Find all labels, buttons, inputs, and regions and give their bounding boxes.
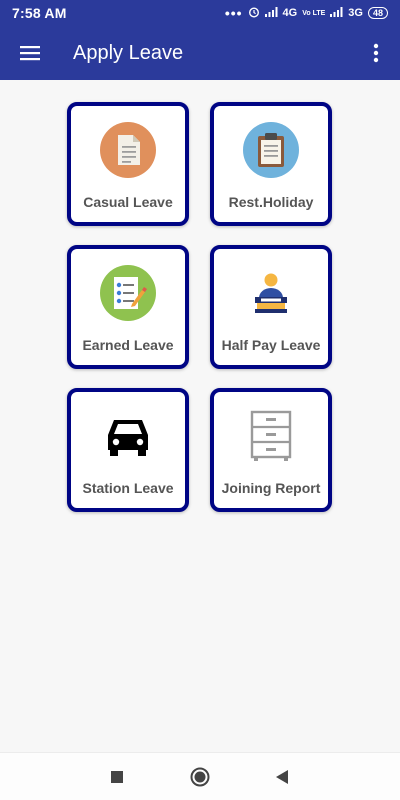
signal-icon-2 — [330, 6, 343, 20]
status-time: 7:58 AM — [12, 5, 67, 21]
volte-indicator: Vo LTE — [302, 9, 326, 17]
tile-rest-holiday[interactable]: Rest.Holiday — [210, 102, 332, 226]
tile-label: Casual Leave — [83, 194, 173, 210]
square-recents-icon[interactable] — [103, 763, 131, 791]
battery-indicator: 48 — [367, 7, 388, 19]
network-type-1: 4G — [282, 7, 298, 19]
notification-dots-icon: ••• — [224, 5, 243, 21]
circle-home-icon[interactable] — [186, 763, 214, 791]
clipboard-icon — [241, 120, 301, 180]
car-icon — [98, 406, 158, 466]
toolbar: Apply Leave — [0, 26, 400, 80]
checklist-icon — [98, 263, 158, 323]
alarm-icon — [248, 6, 260, 21]
tile-earned-leave[interactable]: Earned Leave — [67, 245, 189, 369]
system-nav-bar — [0, 752, 400, 800]
network-type-2: 3G — [348, 7, 363, 19]
filing-cabinet-icon — [241, 406, 301, 466]
tile-label: Joining Report — [221, 480, 321, 496]
tile-label: Station Leave — [82, 480, 174, 496]
status-icons: ••• 4G Vo LTE 3G 48 — [225, 6, 388, 21]
signal-icon — [264, 6, 278, 20]
document-icon — [98, 120, 158, 180]
tile-half-pay-leave[interactable]: Half Pay Leave — [210, 245, 332, 369]
tile-casual-leave[interactable]: Casual Leave — [67, 102, 189, 226]
tile-label: Rest.Holiday — [228, 194, 314, 210]
person-at-desk-icon — [241, 263, 301, 323]
tile-joining-report[interactable]: Joining Report — [210, 388, 332, 512]
more-vertical-icon[interactable] — [352, 26, 400, 80]
page-title: Apply Leave — [73, 41, 184, 64]
tile-station-leave[interactable]: Station Leave — [67, 388, 189, 512]
app-bar: 7:58 AM ••• 4G Vo LTE 3G 48 Apply Leave — [0, 0, 400, 80]
tile-label: Earned Leave — [82, 337, 174, 353]
tile-label: Half Pay Leave — [221, 337, 321, 353]
status-bar: 7:58 AM ••• 4G Vo LTE 3G 48 — [0, 0, 400, 26]
triangle-back-icon[interactable] — [268, 763, 296, 791]
hamburger-menu-icon[interactable] — [0, 26, 60, 80]
